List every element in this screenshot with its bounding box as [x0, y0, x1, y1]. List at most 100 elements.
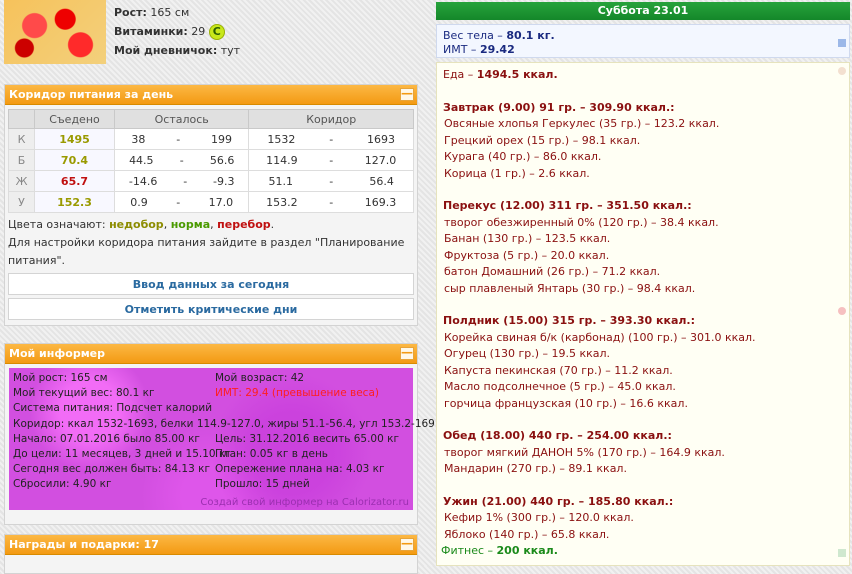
informer-line: Мой возраст: 42: [215, 372, 305, 384]
meal-list: Завтрак (9.00) 91 гр. – 309.90 ккал.: Овс…: [443, 100, 843, 544]
informer-line: План: 0.05 кг в день: [215, 447, 328, 460]
range-max: 56.4: [369, 174, 394, 188]
range-dash: -: [176, 195, 181, 209]
table-header: [8, 109, 35, 129]
range-max: 17.0: [208, 195, 234, 209]
table-row: Б 70.4 44.5 - 56.6 114.9 - 127.0: [8, 149, 414, 171]
range-max: 199: [210, 132, 232, 146]
diary-label: Мой дневничок:: [114, 44, 218, 57]
table-header: Осталось: [113, 109, 250, 129]
meal-header[interactable]: Полдник (15.00) 315 гр. – 393.30 ккал.:: [443, 313, 843, 330]
range-max: -9.3: [213, 174, 235, 188]
meal-header[interactable]: Ужин (21.00) 440 гр. – 185.80 ккал.:: [443, 494, 843, 511]
range-max: 1693: [367, 132, 396, 146]
eaten-value: 70.4: [34, 149, 115, 171]
collapse-icon[interactable]: —: [400, 87, 414, 101]
meal-block: Ужин (21.00) 440 гр. – 185.80 ккал.: Кефи…: [443, 494, 843, 544]
range-min: 44.5: [129, 153, 154, 167]
food-item: Овсяные хлопья Геркулес (35 гр.) – 123.2…: [444, 117, 720, 130]
table-row: К 1495 38 - 199 1532 - 1693: [8, 128, 414, 150]
eaten-value: 65.7: [34, 170, 115, 192]
meal-block: Обед (18.00) 440 гр. – 254.00 ккал.: твор…: [443, 428, 843, 478]
food-item: Кефир 1% (300 гр.) – 120.0 ккал.: [444, 511, 634, 524]
row-label: К: [8, 128, 35, 150]
bmi-value: 29.42: [479, 43, 515, 56]
corridor-hint: Для настройки коридора питания зайдите в…: [8, 236, 405, 267]
food-item: батон Домашний (26 гр.) – 71.2 ккал.: [444, 265, 661, 278]
range-dash: -: [176, 132, 181, 146]
vitamins-label: Витаминки:: [114, 25, 188, 38]
informer-title: Мой информер: [9, 347, 106, 360]
row-label: Б: [8, 149, 35, 171]
remaining-range: 38 - 199: [113, 128, 250, 150]
range-max: 169.3: [364, 195, 397, 209]
legend-prefix: Цвета означают:: [8, 218, 106, 231]
diary-link[interactable]: тут: [221, 44, 240, 57]
range-dash: -: [329, 132, 334, 146]
diary-column: Суббота 23.01 Вес тела – 80.1 кг. ИМТ – …: [436, 2, 850, 566]
food-item: Грецкий орех (15 гр.) – 98.1 ккал.: [444, 133, 641, 147]
weight-label: Вес тела –: [443, 29, 503, 42]
fitness: Фитнес – 200 ккал.: [441, 543, 558, 560]
meal-header[interactable]: Обед (18.00) 440 гр. – 254.00 ккал.:: [443, 428, 843, 445]
meal-header[interactable]: Завтрак (9.00) 91 гр. – 309.90 ккал.:: [443, 100, 843, 117]
food-item: Масло подсолнечное (5 гр.) – 45.0 ккал.: [444, 380, 676, 393]
critical-days-button[interactable]: Отметить критические дни: [8, 298, 414, 320]
corridor-range: 1532 - 1693: [248, 128, 414, 150]
range-dash: -: [329, 174, 334, 188]
meal-block: Перекус (12.00) 311 гр. – 351.50 ккал.: т…: [443, 198, 843, 297]
meal-header[interactable]: Перекус (12.00) 311 гр. – 351.50 ккал.:: [443, 198, 843, 215]
avatar[interactable]: [4, 0, 106, 64]
range-min: 1532: [267, 132, 296, 146]
meal-block: Завтрак (9.00) 91 гр. – 309.90 ккал.: Овс…: [443, 100, 843, 183]
corridor-title: Коридор питания за день: [9, 88, 174, 101]
awards-panel-header: Награды и подарки: 17 —: [5, 535, 417, 555]
day-title: Суббота 23.01: [436, 2, 850, 20]
table-row: Ж 65.7 -14.6 - -9.3 51.1 - 56.4: [8, 170, 414, 192]
corridor-panel-header: Коридор питания за день —: [5, 85, 417, 105]
food-item: Банан (130 гр.) – 123.5 ккал.: [444, 232, 611, 245]
food-item: горчица французская (10 гр.) – 16.6 ккал…: [444, 396, 688, 410]
profile-info: Рост: 165 см Витаминки: 29 C Мой дневнич…: [114, 3, 240, 60]
scroll-marker-icon: [838, 39, 846, 47]
informer-line: Опережение плана на: 4.03 кг: [215, 463, 385, 476]
informer-line: Прошло: 15 дней: [215, 478, 310, 491]
informer-panel: Мой информер — Мой рост: 165 см Мой текущ…: [4, 343, 445, 525]
legend-norm: норма: [170, 218, 211, 231]
range-min: 0.9: [130, 195, 148, 209]
informer-right: Мой возраст: 42 ИМТ: 29.4 (превышение вес…: [215, 371, 399, 493]
legend-under: недобор: [109, 218, 164, 231]
awards-panel: Награды и подарки: 17 —: [4, 534, 418, 574]
table-header: Съедено: [34, 109, 115, 129]
awards-title: Награды и подарки: 17: [9, 538, 159, 551]
table-row: У 152.3 0.9 - 17.0 153.2 - 169.3: [8, 191, 414, 213]
food-item: Корейка свиная б/к (карбонад) (100 гр.) …: [444, 330, 756, 344]
legend-over: перебор: [217, 218, 271, 231]
range-dash: -: [179, 153, 184, 167]
fitness-value: 200 ккал.: [496, 543, 558, 557]
food-item: Капуста пекинская (70 гр.) – 11.2 ккал.: [444, 363, 673, 377]
input-today-button[interactable]: Ввод данных за сегодня: [8, 273, 414, 295]
food-item: сыр плавленый Янтарь (30 гр.) – 98.4 кка…: [444, 281, 696, 295]
food-item: Корица (1 гр.) – 2.6 ккал.: [444, 166, 590, 180]
informer-footer-link[interactable]: Создай свой информер на Calorizator.ru: [200, 497, 409, 508]
collapse-icon[interactable]: —: [400, 346, 414, 360]
corridor-panel: Коридор питания за день — Съедено Осталос…: [4, 84, 418, 326]
corridor-range: 153.2 - 169.3: [248, 191, 414, 213]
range-min: 114.9: [266, 153, 298, 167]
vitamin-c-icon[interactable]: C: [208, 24, 225, 40]
weight-value: 80.1 кг.: [506, 29, 555, 42]
row-label: Ж: [8, 170, 35, 192]
range-min: 51.1: [268, 174, 294, 188]
range-dash: -: [329, 153, 334, 167]
weight-box: Вес тела – 80.1 кг. ИМТ – 29.42: [436, 24, 850, 58]
collapse-icon[interactable]: —: [400, 537, 414, 551]
food-item: Яблоко (140 гр.) – 65.8 ккал.: [444, 527, 610, 541]
meal-block: Полдник (15.00) 315 гр. – 393.30 ккал.: К…: [443, 313, 843, 412]
height-value: 165 см: [150, 6, 190, 19]
range-max: 56.6: [209, 153, 235, 167]
fitness-label: Фитнес –: [441, 543, 494, 557]
informer-box[interactable]: Мой рост: 165 см Мой текущий вес: 80.1 кг…: [9, 368, 445, 510]
circle-marker-icon: [838, 67, 846, 75]
informer-line: [215, 417, 399, 432]
